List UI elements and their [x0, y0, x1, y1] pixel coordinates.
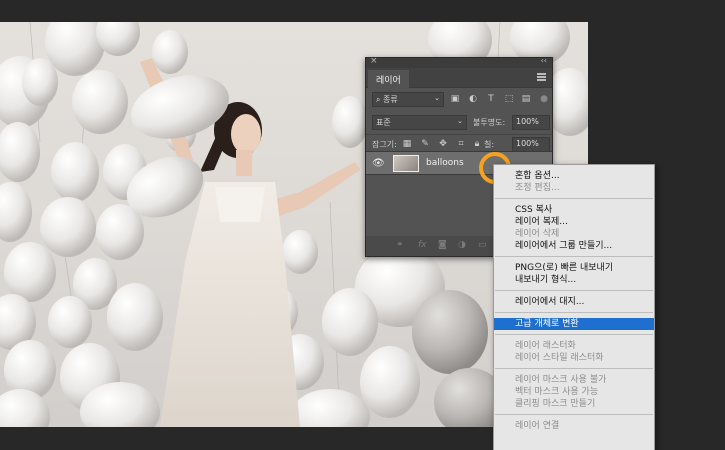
menu-separator	[495, 290, 653, 291]
image-filter-icon[interactable]: ▣	[450, 94, 460, 104]
collapse-icon[interactable]: ‹‹	[541, 56, 547, 65]
tab-layers[interactable]: 레이어	[368, 70, 409, 88]
menu-item: 레이어 삭제	[515, 229, 560, 239]
lock-all-icon[interactable]: 🔒︎	[472, 139, 482, 149]
blend-row: 표준 ⌄ 불투명도: 100%	[366, 113, 552, 133]
smart-object-filter-icon[interactable]: ▤	[521, 94, 531, 104]
opacity-label: 불투명도:	[473, 118, 506, 127]
adjustment-layer-icon[interactable]: ◑	[458, 240, 466, 250]
menu-item[interactable]: 레이어 복제...	[494, 216, 654, 228]
layer-name[interactable]: balloons	[426, 158, 464, 168]
menu-item[interactable]: PNG으(로) 빠른 내보내기	[494, 262, 654, 274]
menu-item: 조정 편집...	[515, 183, 560, 193]
menu-separator	[495, 312, 653, 313]
menu-item[interactable]: 레이어에서 대지...	[494, 296, 654, 308]
menu-separator	[495, 414, 653, 415]
menu-separator	[495, 334, 653, 335]
layer-thumbnail[interactable]	[393, 155, 419, 172]
fx-icon[interactable]: fx	[418, 240, 427, 250]
filter-type-value: 종류	[383, 95, 398, 104]
new-group-icon[interactable]: ▭	[478, 240, 487, 250]
lock-artboard-icon[interactable]: ⌗	[456, 139, 466, 149]
menu-item[interactable]: 혼합 옵션...	[494, 170, 654, 182]
blend-mode-value: 표준	[376, 118, 391, 127]
lock-transparent-icon[interactable]: ▦	[402, 139, 412, 149]
add-mask-icon[interactable]: ◙	[438, 240, 447, 250]
lock-position-icon[interactable]: ✥	[438, 139, 448, 149]
blend-mode-select[interactable]: 표준 ⌄	[372, 115, 467, 130]
chevron-down-icon: ⌄	[457, 117, 463, 125]
menu-item: 벡터 마스크 사용 가능	[515, 387, 599, 397]
menu-item: 레이어 스타일 래스터화	[515, 353, 604, 363]
adjustment-filter-icon[interactable]: ◐	[468, 94, 478, 104]
search-icon: ⌕	[376, 95, 381, 104]
chevron-down-icon: ⌄	[434, 94, 440, 102]
panel-menu-icon[interactable]	[537, 73, 546, 81]
filter-toggle-icon[interactable]: ●	[539, 94, 549, 104]
menu-item: 레이어 연결	[515, 421, 560, 431]
menu-item[interactable]: CSS 복사	[494, 204, 654, 216]
menu-separator	[495, 256, 653, 257]
fill-input[interactable]: 100%	[512, 137, 550, 152]
menu-item[interactable]: 레이어에서 그룹 만들기...	[494, 240, 654, 252]
filter-row: ⌕ 종류 ⌄ ▣ ◐ T ⬚ ▤ ●	[366, 90, 552, 110]
link-layers-icon[interactable]: ⚭	[396, 240, 404, 250]
menu-separator	[495, 368, 653, 369]
visibility-eye-icon[interactable]: 👁︎	[372, 158, 385, 169]
menu-item[interactable]: 고급 개체로 변환	[494, 318, 654, 330]
panel-tabs: 레이어	[366, 68, 552, 88]
menu-item[interactable]: 내보내기 형식...	[494, 274, 654, 286]
menu-item: 레이어 마스크 사용 불가	[515, 375, 607, 385]
layer-context-menu: 혼합 옵션... 조정 편집... CSS 복사 레이어 복제... 레이어 삭제 레이어…	[493, 164, 655, 450]
menu-item: 클리핑 마스크 만들기	[515, 399, 596, 409]
shape-filter-icon[interactable]: ⬚	[504, 94, 514, 104]
menu-item: 레이어 래스터화	[515, 341, 576, 351]
filter-type-select[interactable]: ⌕ 종류 ⌄	[372, 92, 444, 107]
opacity-input[interactable]: 100%	[512, 115, 550, 130]
lock-label: 잠그기:	[372, 140, 397, 149]
panel-titlebar[interactable]: × ‹‹	[366, 56, 552, 68]
menu-separator	[495, 198, 653, 199]
type-filter-icon[interactable]: T	[486, 94, 496, 104]
fill-label: 칠:	[484, 140, 495, 149]
close-icon[interactable]: ×	[370, 56, 378, 66]
lock-image-icon[interactable]: ✎	[420, 139, 430, 149]
